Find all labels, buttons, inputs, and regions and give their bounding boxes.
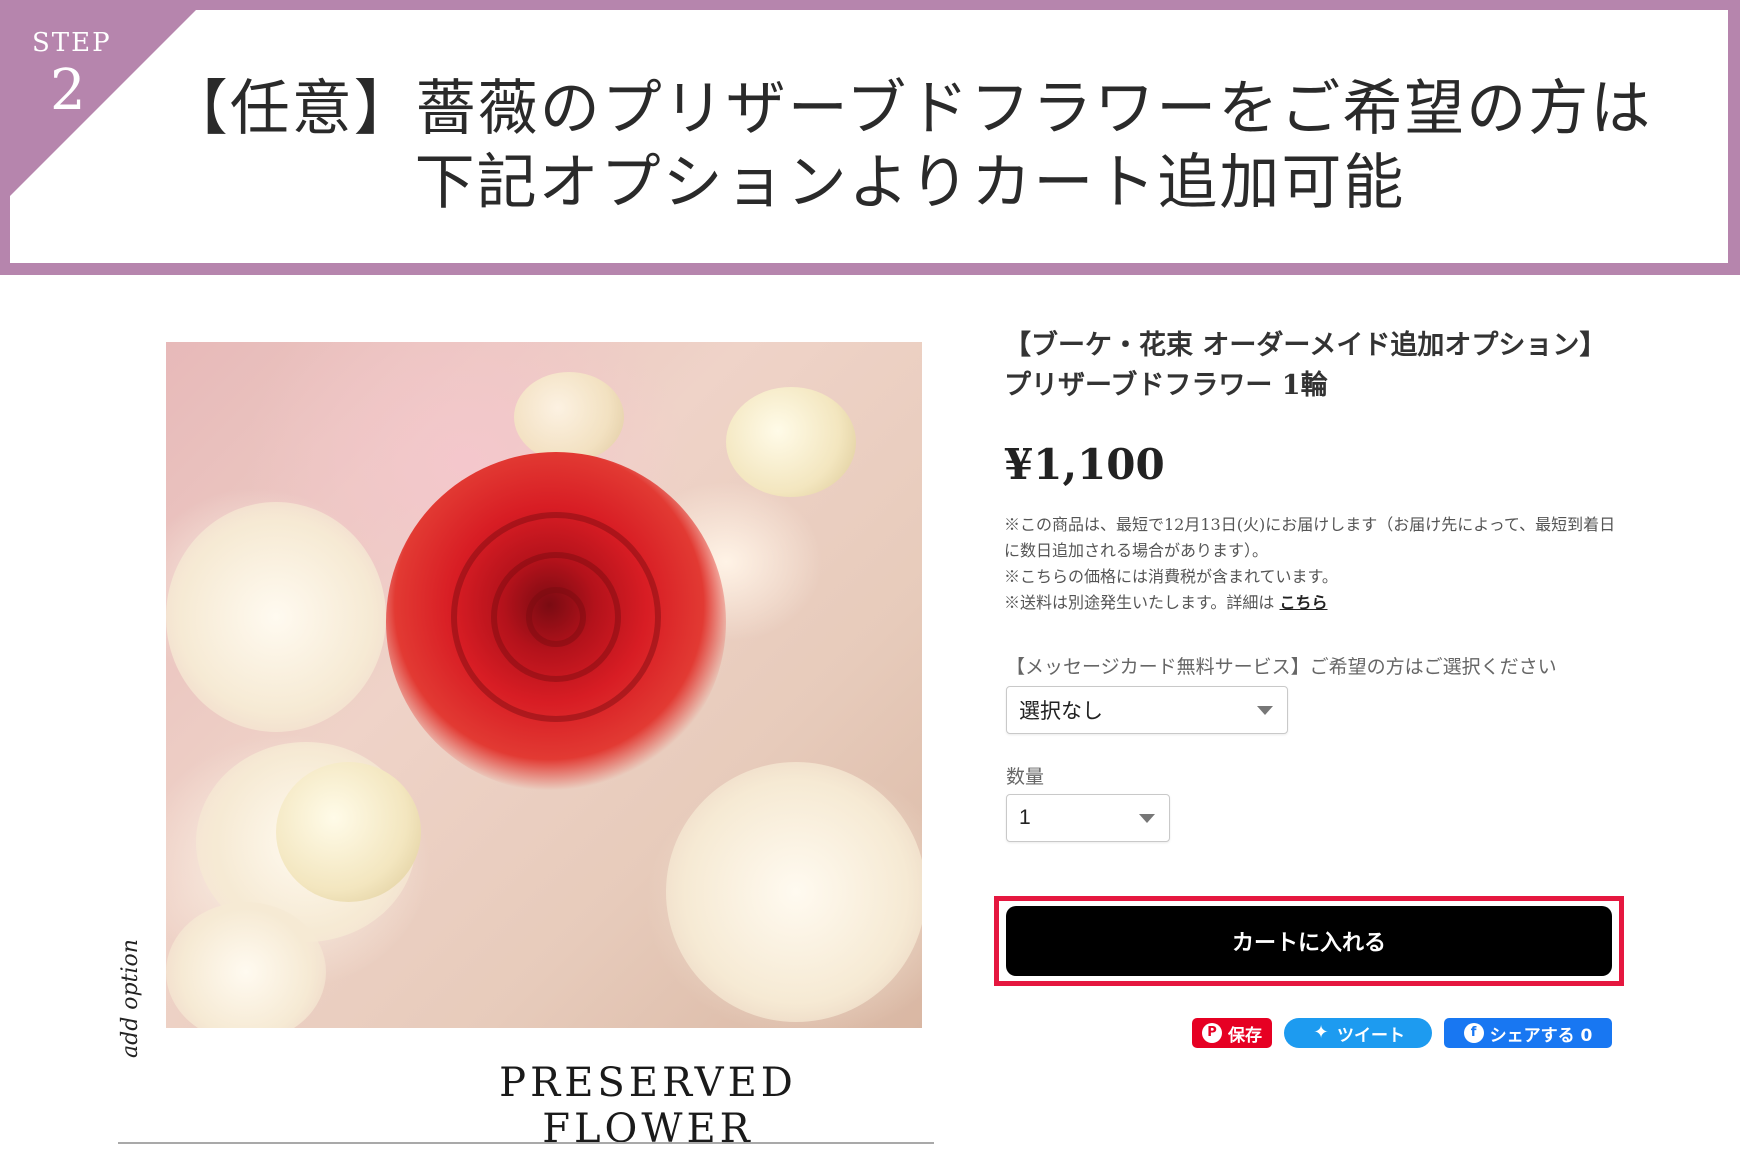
product-image [166,342,922,1028]
pinterest-icon: P [1202,1023,1222,1043]
shipping-note-text: ※送料は別途発生いたします。詳細は [1004,593,1275,612]
product-price: ¥1,100 [1004,440,1165,489]
facebook-share-label: シェアする 0 [1489,1025,1593,1046]
shipping-details-link[interactable]: こちら [1280,593,1328,612]
product-notes: ※この商品は、最短で12月13日(火)にお届けします（お届け先によって、最短到着… [1004,512,1624,616]
image-caption: PRESERVED FLOWER [499,1060,797,1152]
quantity-select[interactable]: 1 [1006,794,1170,842]
tweet-label: ツイート [1337,1025,1405,1046]
rose-petal-decor [526,587,586,647]
chevron-down-icon [1257,706,1273,715]
message-card-label: 【メッセージカード無料サービス】ご希望の方はご選択ください [1006,656,1557,678]
twitter-bird-icon: ✦ [1313,1022,1329,1043]
step-number: 2 [50,58,86,123]
step-headline: 【任意】薔薇のプリザーブドフラワーをご希望の方は 下記オプションよりカート追加可… [130,72,1690,220]
headline-line-2: 下記オプションよりカート追加可能 [414,148,1406,218]
step-header-panel: STEP 2 【任意】薔薇のプリザーブドフラワーをご希望の方は 下記オプションよ… [10,10,1728,263]
white-flower-decor [166,502,386,732]
shipping-note: ※送料は別途発生いたします。詳細は こちら [1004,590,1624,616]
chevron-down-icon [1139,814,1155,823]
product-title: 【ブーケ・花束 オーダーメイド追加オプション】プリザーブドフラワー 1輪 [1004,330,1607,401]
poppy-pod-decor [514,372,624,462]
facebook-icon: f [1463,1023,1484,1043]
message-card-select[interactable]: 選択なし [1006,686,1288,734]
quantity-value: 1 [1019,806,1031,829]
poppy-pod-decor [726,387,856,497]
add-option-text: add option [118,939,143,1058]
tax-note: ※こちらの価格には消費税が含まれています。 [1004,567,1338,586]
poppy-pod-decor [276,762,421,902]
image-divider [118,1142,934,1144]
step-label: STEP [32,28,112,58]
quantity-label: 数量 [1006,766,1045,788]
delivery-note: ※この商品は、最短で12月13日(火)にお届けします（お届け先によって、最短到着… [1004,515,1616,560]
message-card-value: 選択なし [1019,700,1103,723]
headline-line-1: 【任意】薔薇のプリザーブドフラワーをご希望の方は [167,74,1653,144]
pinterest-label: 保存 [1228,1025,1262,1046]
add-to-cart-button[interactable]: カートに入れる [1006,906,1612,976]
step-header: STEP 2 【任意】薔薇のプリザーブドフラワーをご希望の方は 下記オプションよ… [0,0,1740,275]
tweet-button[interactable]: ✦ ツイート [1284,1018,1432,1048]
pinterest-save-button[interactable]: P 保存 [1192,1018,1272,1048]
facebook-share-button[interactable]: f シェアする 0 [1444,1018,1612,1048]
white-flower-decor [666,762,922,1022]
